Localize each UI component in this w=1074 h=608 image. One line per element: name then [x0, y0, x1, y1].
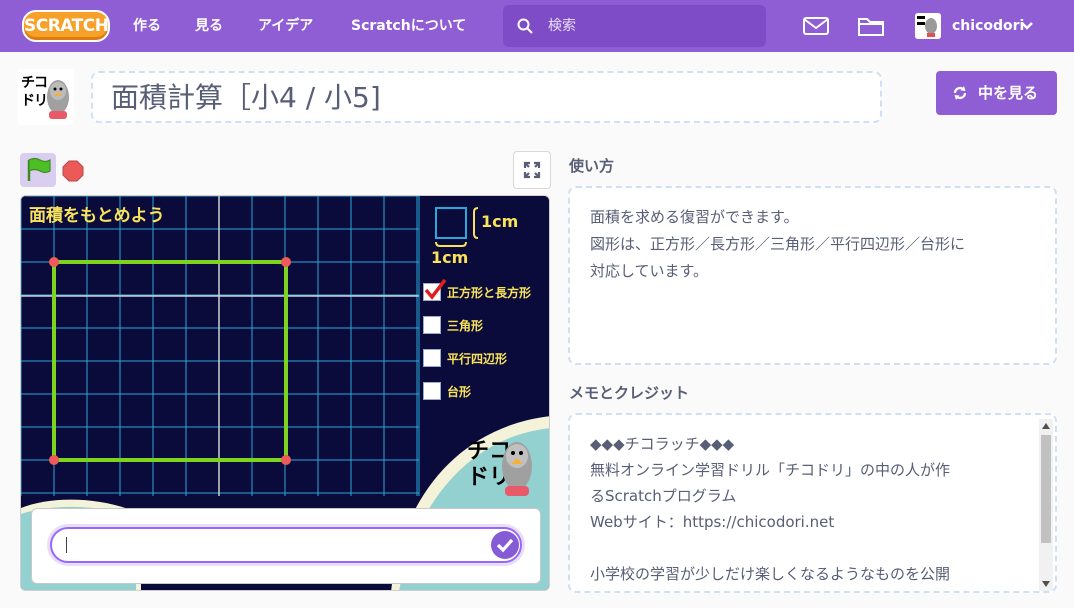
notes-heading: メモとクレジット — [569, 384, 690, 402]
see-inside-label: 中を見る — [978, 84, 1039, 102]
green-flag-button[interactable] — [20, 153, 56, 187]
fullscreen-icon — [523, 161, 541, 179]
checkbox[interactable] — [423, 349, 441, 367]
search-input[interactable]: 検索 — [503, 5, 766, 47]
search-icon — [517, 18, 533, 34]
project-title: 面積計算［小4 / 小5] — [111, 81, 381, 114]
scratch-logo[interactable]: SCRATCH — [22, 10, 110, 42]
checkbox[interactable] — [423, 316, 441, 334]
green-flag-icon — [27, 157, 51, 181]
scrollbar-thumb[interactable] — [1041, 435, 1051, 543]
user-avatar[interactable] — [915, 13, 941, 39]
notes-line: 無料オンライン学習ドリル「チコドリ」の中の人が作 — [590, 461, 951, 479]
unit-label-bottom: 1cm — [431, 248, 469, 267]
search-placeholder: 検索 — [548, 18, 576, 34]
notes-box[interactable]: ◆◆◆チコラッチ◆◆◆ 無料オンライン学習ドリル「チコドリ」の中の人が作 るSc… — [568, 413, 1057, 593]
project-title-field[interactable]: 面積計算［小4 / 小5] — [91, 71, 882, 123]
svg-text:ド: ド — [21, 93, 35, 109]
checkbox[interactable] — [423, 382, 441, 400]
svg-text:チ: チ — [21, 75, 35, 91]
ask-prompt-box — [31, 508, 541, 584]
my-stuff-folder-icon[interactable] — [857, 14, 885, 38]
instructions-heading: 使い方 — [569, 157, 615, 175]
remix-arrows-icon — [953, 86, 967, 100]
scroll-up-icon[interactable] — [1042, 422, 1050, 430]
svg-text:コ: コ — [34, 75, 48, 91]
option-label: 正方形と長方形 — [447, 286, 532, 300]
stage-heading: 面積をもとめよう — [29, 206, 165, 226]
project-author-avatar[interactable]: チ ド コ リ — [18, 69, 74, 125]
instructions-line: 面積を求める復習ができます。 — [590, 208, 799, 226]
text-cursor — [66, 537, 67, 553]
scroll-down-icon[interactable] — [1042, 580, 1050, 588]
username[interactable]: chicodori — [952, 0, 1024, 52]
chevron-down-icon[interactable] — [1020, 20, 1034, 32]
answer-input[interactable] — [50, 527, 522, 563]
messages-icon[interactable] — [802, 14, 830, 38]
svg-text:リ: リ — [34, 93, 48, 109]
notes-line: Webサイト：https://chicodori.net — [590, 513, 835, 531]
notes-line: ◆◆◆チコラッチ◆◆◆ — [590, 435, 735, 453]
top-nav: SCRATCH 作る 見る アイデア Scratchについて 検索 chicod… — [0, 0, 1074, 52]
instructions-line: 対応しています。 — [590, 262, 709, 280]
check-icon — [496, 538, 514, 553]
notes-scrollbar[interactable] — [1039, 419, 1053, 591]
option-label: 平行四辺形 — [447, 352, 508, 366]
nav-explore[interactable]: 見る — [195, 0, 223, 52]
instructions-box[interactable]: 面積を求める復習ができます。 図形は、正方形／長方形／三角形／平行四辺形／台形に… — [568, 186, 1057, 365]
nav-create[interactable]: 作る — [133, 0, 161, 52]
instructions-line: 図形は、正方形／長方形／三角形／平行四辺形／台形に — [590, 235, 966, 253]
notes-line: 小学校の学習が少しだけ楽しくなるようなものを公開 — [590, 565, 951, 583]
nav-ideas[interactable]: アイデア — [258, 0, 313, 52]
see-inside-button[interactable]: 中を見る — [936, 71, 1057, 115]
submit-answer-button[interactable] — [491, 531, 519, 559]
stop-icon[interactable] — [62, 160, 84, 182]
option-label: 台形 — [447, 385, 472, 399]
fullscreen-button[interactable] — [513, 151, 551, 189]
notes-line: るScratchプログラム — [590, 487, 737, 505]
nav-about[interactable]: Scratchについて — [351, 0, 466, 52]
checkmark-icon — [424, 278, 447, 300]
project-stage[interactable]: チコ ドリ 面積をもとめよう 1cm 1cm 正方形と長方形 三角形 平行四辺形… — [20, 195, 550, 591]
option-label: 三角形 — [447, 319, 484, 333]
unit-label-right: 1cm — [481, 212, 519, 231]
